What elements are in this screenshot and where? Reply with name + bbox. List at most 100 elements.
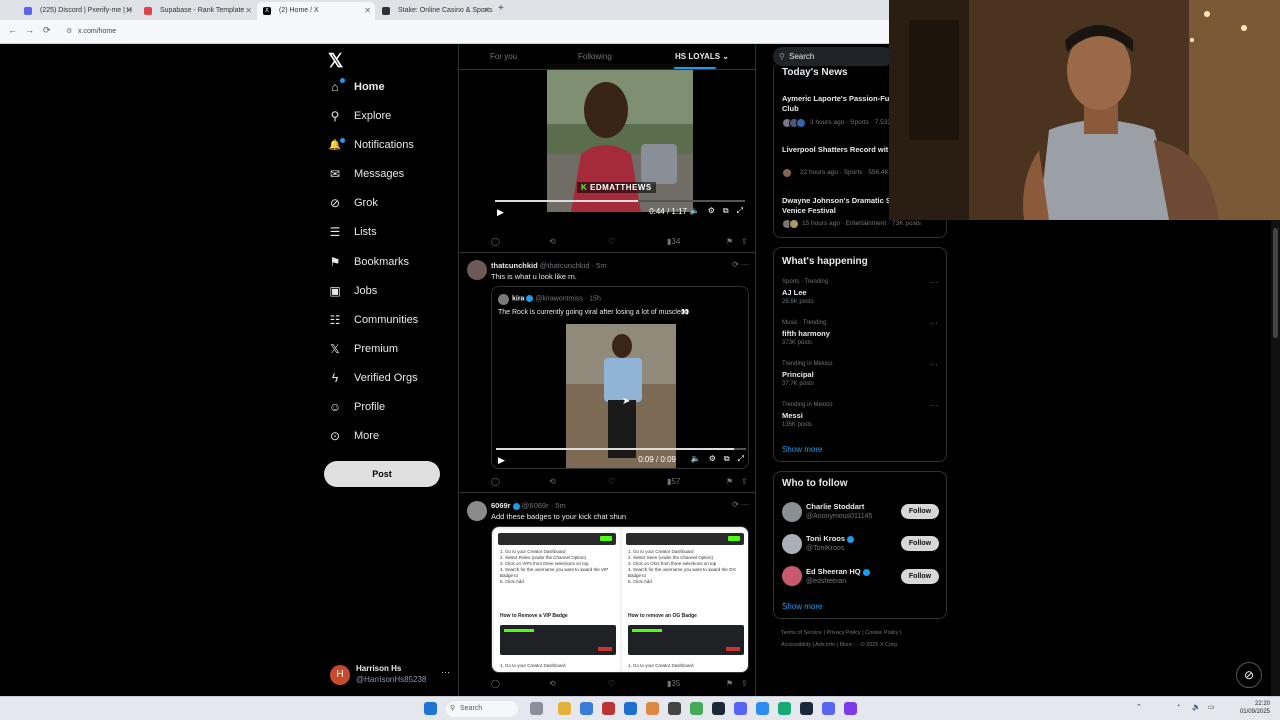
video-progress[interactable] bbox=[496, 448, 746, 450]
grok-icon[interactable]: ⟳ ··· bbox=[732, 260, 749, 269]
close-tab-icon[interactable]: ✕ bbox=[125, 2, 132, 19]
more-icon[interactable]: ··· bbox=[441, 667, 450, 677]
video-progress[interactable] bbox=[495, 200, 745, 202]
store-icon[interactable] bbox=[580, 702, 593, 715]
volume-icon[interactable]: 🔈 bbox=[691, 454, 701, 464]
tweet-image[interactable]: 1. Go to your Creator Dashboard 2. Selec… bbox=[491, 526, 749, 673]
avatar[interactable] bbox=[467, 260, 487, 280]
nav-grok[interactable]: ⊘ Grok bbox=[328, 192, 378, 214]
app-icon[interactable] bbox=[822, 702, 835, 715]
app-icon[interactable] bbox=[778, 702, 791, 715]
more-icon[interactable]: ··· bbox=[930, 360, 938, 369]
nav-bookmarks[interactable]: ⚑ Bookmarks bbox=[328, 251, 409, 273]
discord-icon[interactable] bbox=[734, 702, 747, 715]
volume-icon[interactable]: 🔈 bbox=[1192, 703, 1201, 711]
nav-premium[interactable]: 𝕏 Premium bbox=[328, 338, 398, 360]
tab-following[interactable]: Following bbox=[578, 52, 612, 61]
notepad-icon[interactable] bbox=[668, 702, 681, 715]
play-icon[interactable]: ▶ bbox=[498, 455, 505, 466]
play-icon[interactable]: ▶ bbox=[497, 207, 504, 218]
follow-button[interactable]: Follow bbox=[901, 504, 939, 519]
site-info-icon[interactable]: ⚙ bbox=[66, 24, 72, 40]
pip-icon[interactable]: ⧉ bbox=[724, 454, 730, 464]
bookmark-icon[interactable]: ⚑ bbox=[726, 679, 733, 688]
tab-supabase[interactable]: Supabase - Rank Template ✕ bbox=[138, 2, 256, 20]
follow-button[interactable]: Follow bbox=[901, 536, 939, 551]
tweet[interactable]: thatcunchkid @thatcunchkid · 5m ⟳ ··· Th… bbox=[459, 252, 755, 492]
share-icon[interactable]: ⇪ bbox=[741, 477, 748, 486]
tweet-author[interactable]: 6069r @6069r · 5m bbox=[491, 501, 566, 510]
reply-icon[interactable]: ◯ bbox=[491, 679, 500, 688]
settings-icon[interactable]: ⚙ bbox=[709, 454, 716, 464]
more-icon[interactable]: ··· bbox=[930, 319, 938, 328]
views-count[interactable]: ▮ 34 bbox=[667, 237, 680, 246]
like-icon[interactable]: ♡ bbox=[608, 477, 615, 486]
nav-explore[interactable]: ⚲ Explore bbox=[328, 105, 392, 127]
pip-icon[interactable]: ⧉ bbox=[723, 206, 729, 216]
x-logo-icon[interactable]: 𝕏 bbox=[328, 50, 343, 73]
avatar[interactable] bbox=[782, 502, 802, 522]
like-icon[interactable]: ♡ bbox=[608, 679, 615, 688]
app-icon[interactable] bbox=[844, 702, 857, 715]
page-scrollbar[interactable] bbox=[1271, 220, 1280, 696]
follow-name[interactable]: Charlie Stoddart bbox=[806, 502, 864, 511]
nav-verified-orgs[interactable]: ϟ Verified Orgs bbox=[328, 367, 418, 389]
retweet-icon[interactable]: ⟲ bbox=[549, 679, 556, 688]
fullscreen-icon[interactable]: ⤢ bbox=[737, 206, 743, 216]
grok-icon[interactable]: ⟳ ··· bbox=[732, 500, 749, 509]
trend-name[interactable]: AJ Lee bbox=[782, 288, 807, 297]
nav-messages[interactable]: ✉ Messages bbox=[328, 163, 404, 185]
nav-home[interactable]: ⌂ Home bbox=[328, 76, 385, 98]
views-count[interactable]: ▮ 57 bbox=[667, 477, 680, 486]
close-tab-icon[interactable]: ✕ bbox=[483, 2, 490, 19]
share-icon[interactable]: ⇪ bbox=[741, 237, 748, 246]
avatar[interactable] bbox=[782, 534, 802, 554]
more-icon[interactable]: ··· bbox=[930, 401, 938, 410]
windows-start-icon[interactable] bbox=[424, 702, 437, 715]
trend-name[interactable]: fifth harmony bbox=[782, 329, 830, 338]
views-count[interactable]: ▮ 35 bbox=[667, 679, 680, 688]
mail-icon[interactable] bbox=[602, 702, 615, 715]
battery-icon[interactable]: ▭ bbox=[1208, 703, 1215, 711]
share-icon[interactable]: ⇪ bbox=[741, 679, 748, 688]
tweet[interactable]: 6069r @6069r · 5m ⟳ ··· Add these badges… bbox=[459, 492, 755, 696]
avatar[interactable] bbox=[467, 501, 487, 521]
nav-profile[interactable]: ☺ Profile bbox=[328, 396, 385, 418]
more-icon[interactable]: ··· bbox=[930, 278, 938, 287]
chrome-icon[interactable] bbox=[646, 702, 659, 715]
account-switcher[interactable]: H Harrison Hs @HarrisonHs85238 ··· bbox=[330, 663, 450, 687]
tray-chevron-icon[interactable]: ⌃ bbox=[1136, 703, 1142, 711]
follow-button[interactable]: Follow bbox=[901, 569, 939, 584]
retweet-icon[interactable]: ⟲ bbox=[549, 237, 556, 246]
network-icon[interactable]: ◔ bbox=[1176, 703, 1180, 710]
nav-more[interactable]: ⊙ More bbox=[328, 425, 379, 447]
trend-name[interactable]: Principal bbox=[782, 370, 814, 379]
file-explorer-icon[interactable] bbox=[558, 702, 571, 715]
close-tab-icon[interactable]: ✕ bbox=[364, 2, 371, 19]
follow-name[interactable]: Toni Kroos bbox=[806, 534, 855, 543]
taskbar-search[interactable]: ⚲ Search bbox=[446, 701, 518, 717]
reply-icon[interactable]: ◯ bbox=[491, 237, 500, 246]
post-button[interactable]: Post bbox=[324, 461, 440, 487]
app-icon[interactable] bbox=[756, 702, 769, 715]
nav-jobs[interactable]: ▣ Jobs bbox=[328, 280, 377, 302]
url-field[interactable]: ⚙ x.com/home bbox=[64, 24, 884, 40]
fullscreen-icon[interactable]: ⤢ bbox=[738, 454, 744, 464]
footer-links[interactable]: Terms of Service | Privacy Policy | Cook… bbox=[781, 630, 901, 636]
avatar[interactable] bbox=[782, 566, 802, 586]
task-view-icon[interactable] bbox=[530, 702, 543, 715]
new-tab-button[interactable]: + bbox=[498, 3, 504, 14]
steam-icon[interactable] bbox=[712, 702, 725, 715]
nav-notifications[interactable]: 🔔 Notifications bbox=[328, 134, 414, 156]
tweet-author[interactable]: thatcunchkid @thatcunchkid · 5m bbox=[491, 261, 607, 270]
show-more-link[interactable]: Show more bbox=[782, 602, 822, 611]
app-icon[interactable] bbox=[690, 702, 703, 715]
footer-links[interactable]: Accessibility | Ads info | More ··· © 20… bbox=[781, 642, 899, 648]
nav-communities[interactable]: ☷ Communities bbox=[328, 309, 419, 331]
tab-x-home[interactable]: X (2) Home / X ✕ bbox=[257, 2, 375, 20]
tab-discord[interactable]: (225) Discord | Pxerify-me | H ✕ bbox=[18, 2, 136, 20]
tab-stake[interactable]: Stake: Online Casino & Sports ✕ bbox=[376, 2, 494, 20]
video-player[interactable]: K EDMATTHEWS ▶ 0:44 / 1:17 🔈 ⚙ ⧉ ⤢ bbox=[491, 64, 749, 232]
bookmark-icon[interactable]: ⚑ bbox=[726, 477, 733, 486]
quoted-tweet[interactable]: kira @kirawontmiss · 15h The Rock is cur… bbox=[491, 286, 749, 469]
